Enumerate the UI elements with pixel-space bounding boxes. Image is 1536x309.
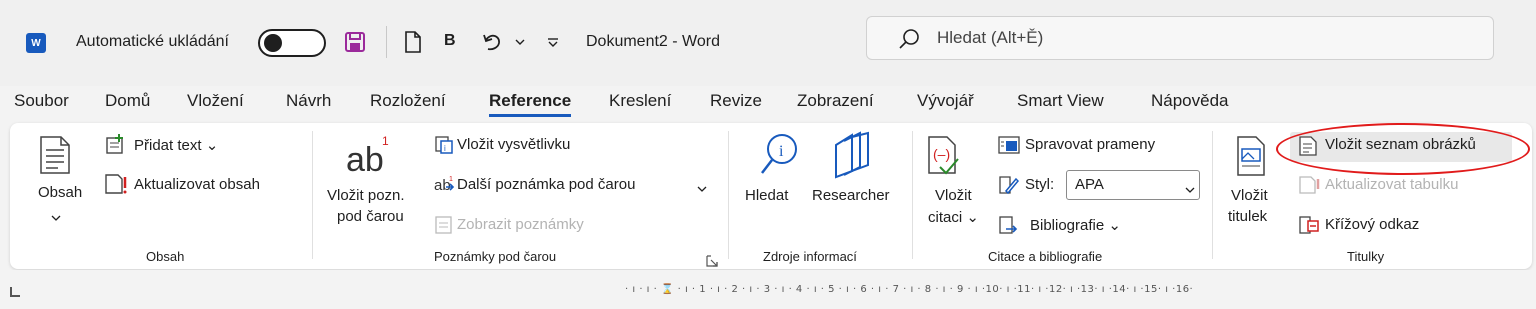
table-of-contents-icon[interactable] xyxy=(38,135,72,180)
group-label-citations: Citace a bibliografie xyxy=(988,249,1103,264)
ribbon-tabs: Soubor Domů Vložení Návrh Rozložení Refe… xyxy=(0,86,1536,122)
new-document-icon[interactable] xyxy=(400,28,426,56)
update-toc-label[interactable]: Aktualizovat obsah xyxy=(134,176,260,193)
svg-text:i: i xyxy=(779,143,784,160)
save-icon[interactable] xyxy=(342,28,368,56)
add-text-label[interactable]: Přidat text ⌄ xyxy=(134,136,218,154)
update-toc-icon[interactable] xyxy=(104,173,128,200)
tab-soubor[interactable]: Soubor xyxy=(14,91,69,111)
citation-style-select[interactable]: APA xyxy=(1066,170,1200,200)
toc-button-label[interactable]: Obsah xyxy=(38,184,82,201)
horizontal-ruler[interactable]: · ı · ı · ⌛ · ı · 1 · ı · 2 · ı · 3 · ı … xyxy=(625,284,1536,298)
svg-text:i: i xyxy=(444,144,446,153)
cross-reference-icon[interactable] xyxy=(1298,215,1320,240)
researcher-icon[interactable] xyxy=(830,131,874,184)
undo-icon[interactable] xyxy=(480,28,506,56)
svg-text:1: 1 xyxy=(449,176,453,183)
insert-caption-icon[interactable] xyxy=(1236,135,1266,182)
style-icon xyxy=(998,175,1020,200)
tab-rozlozeni[interactable]: Rozložení xyxy=(370,91,446,111)
red-highlight-ellipse xyxy=(1276,123,1530,175)
chevron-down-icon xyxy=(1185,181,1195,199)
word-logo-icon: W xyxy=(26,33,46,53)
insert-caption-label1[interactable]: Vložit xyxy=(1231,187,1268,204)
ruler-bar: · ı · ı · ⌛ · ı · 1 · ı · 2 · ı · 3 · ı … xyxy=(0,270,1536,309)
tab-napoveda[interactable]: Nápověda xyxy=(1151,91,1229,111)
insert-citation-icon[interactable]: (–) xyxy=(926,135,960,182)
toc-dropdown-icon[interactable] xyxy=(51,209,61,227)
tab-vlozeni[interactable]: Vložení xyxy=(187,91,244,111)
tab-reference[interactable]: Reference xyxy=(489,91,572,117)
style-label: Styl: xyxy=(1025,176,1055,193)
cross-reference-label[interactable]: Křížový odkaz xyxy=(1325,216,1419,233)
tab-stop-selector-icon[interactable] xyxy=(10,287,20,297)
group-label-research: Zdroje informací xyxy=(763,249,857,264)
search-box[interactable] xyxy=(866,16,1494,60)
search-input[interactable] xyxy=(937,24,1437,52)
svg-text:1: 1 xyxy=(382,134,389,148)
bibliography-icon[interactable] xyxy=(998,215,1022,242)
insert-endnote-label[interactable]: Vložit vysvětlivku xyxy=(457,136,570,153)
group-divider xyxy=(912,131,913,259)
insert-citation-label1[interactable]: Vložit xyxy=(935,187,972,204)
update-table-label: Aktualizovat tabulku xyxy=(1325,176,1459,193)
manage-sources-icon[interactable] xyxy=(998,135,1020,160)
document-title: Dokument2 - Word xyxy=(586,33,720,50)
undo-dropdown-icon[interactable] xyxy=(512,28,528,56)
add-text-icon[interactable] xyxy=(104,133,126,160)
tab-vyvojar[interactable]: Vývojář xyxy=(917,91,974,111)
bold-button[interactable]: B xyxy=(444,32,456,50)
group-divider xyxy=(1212,131,1213,259)
svg-text:(–): (–) xyxy=(933,146,950,162)
group-label-obsah: Obsah xyxy=(146,249,185,264)
show-notes-icon xyxy=(434,215,454,240)
autosave-label: Automatické ukládání xyxy=(76,33,229,50)
citation-style-value: APA xyxy=(1075,176,1104,193)
tab-domu[interactable]: Domů xyxy=(105,91,150,111)
show-notes-label: Zobrazit poznámky xyxy=(457,216,584,233)
group-label-footnotes: Poznámky pod čarou xyxy=(434,249,557,264)
title-bar: W Automatické ukládání B Dokument2 - Wor… xyxy=(0,0,1536,86)
search-research-icon[interactable]: i xyxy=(758,131,802,184)
toolbar-divider xyxy=(386,26,387,58)
search-icon xyxy=(897,27,921,56)
next-footnote-dropdown-icon[interactable] xyxy=(697,180,707,198)
tab-smart-view[interactable]: Smart View xyxy=(1017,91,1104,111)
toggle-knob xyxy=(264,34,282,52)
manage-sources-label[interactable]: Spravovat prameny xyxy=(1025,136,1155,153)
group-divider xyxy=(728,131,729,259)
tab-kresleni[interactable]: Kreslení xyxy=(609,91,671,111)
insert-endnote-icon[interactable]: i xyxy=(434,135,454,160)
insert-footnote-label1[interactable]: Vložit pozn. xyxy=(327,187,405,204)
tab-navrh[interactable]: Návrh xyxy=(286,91,331,111)
group-divider xyxy=(312,131,313,259)
update-table-icon xyxy=(1298,175,1320,200)
researcher-label[interactable]: Researcher xyxy=(812,187,890,204)
bibliography-label[interactable]: Bibliografie ⌄ xyxy=(1030,216,1121,234)
next-footnote-icon[interactable]: ab 1 xyxy=(434,175,456,200)
insert-caption-label2[interactable]: titulek xyxy=(1228,208,1267,225)
tab-zobrazeni[interactable]: Zobrazení xyxy=(797,91,874,111)
tab-revize[interactable]: Revize xyxy=(710,91,762,111)
customize-toolbar-icon[interactable] xyxy=(544,28,562,56)
autosave-toggle[interactable] xyxy=(258,29,326,57)
search-research-label[interactable]: Hledat xyxy=(745,187,788,204)
svg-text:ab: ab xyxy=(346,141,384,179)
group-label-captions: Titulky xyxy=(1347,249,1385,264)
insert-footnote-label2[interactable]: pod čarou xyxy=(337,208,404,225)
next-footnote-label[interactable]: Další poznámka pod čarou xyxy=(457,176,635,193)
insert-citation-label2[interactable]: citaci ⌄ xyxy=(928,208,979,226)
insert-footnote-icon[interactable]: ab 1 xyxy=(342,131,390,184)
